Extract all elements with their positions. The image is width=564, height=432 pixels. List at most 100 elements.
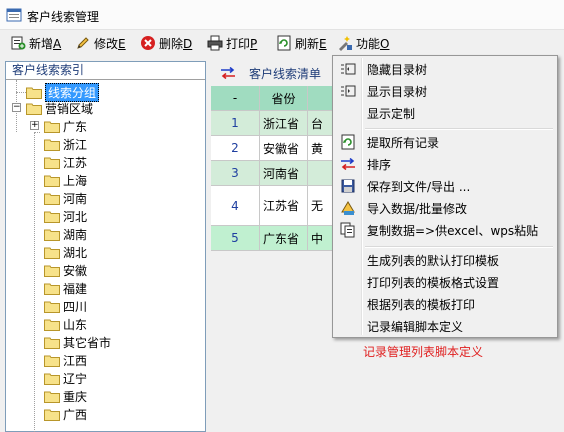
menu-item-script-def[interactable]: 记录编辑脚本定义 <box>335 315 555 337</box>
menu-item-hide-tree[interactable]: 隐藏目录树 <box>335 58 555 80</box>
table-row[interactable]: 3 河南省 <box>211 161 335 186</box>
folder-icon <box>44 193 60 205</box>
tree-label-province: 山东 <box>63 317 88 332</box>
tree-node-province[interactable]: 河南 <box>44 189 87 207</box>
add-label: 新增 <box>29 36 54 51</box>
copy-icon <box>340 222 355 238</box>
tree-node-province[interactable]: 湖南 <box>44 225 87 243</box>
menu-item-gen-template[interactable]: 生成列表的默认打印模板 <box>335 249 555 271</box>
edit-button[interactable]: 修改E <box>75 33 126 53</box>
tree-node-province[interactable]: 河北 <box>44 207 87 225</box>
tree-node-province[interactable]: 安徽 <box>44 261 87 279</box>
folder-icon <box>44 391 60 403</box>
title-bar: 客户线索管理 <box>0 0 564 30</box>
folder-icon <box>26 87 42 99</box>
toolbar: 新增A 修改E 删除D 打印P 刷新E 功能O <box>0 30 564 56</box>
row-number: 2 <box>211 136 260 160</box>
refresh-shortcut: E <box>319 36 327 51</box>
folder-icon <box>44 121 60 133</box>
expand-toggle[interactable]: + <box>30 121 39 130</box>
menu-item-sort[interactable]: 排序 <box>335 153 555 175</box>
import-icon <box>341 201 355 215</box>
header-more[interactable] <box>308 86 335 110</box>
table-row[interactable]: 4 江苏省 无 <box>211 186 335 226</box>
tree-node-province[interactable]: 辽宁 <box>44 369 87 387</box>
tree-node-province[interactable]: 四川 <box>44 297 87 315</box>
row-province: 广东省 <box>260 226 308 250</box>
tree-label-province: 重庆 <box>63 389 88 404</box>
add-icon <box>11 36 26 50</box>
table-row[interactable]: 1 浙江省 台 <box>211 111 335 136</box>
print-button[interactable]: 打印P <box>207 33 257 53</box>
swap-arrows-icon <box>221 67 235 79</box>
print-label: 打印 <box>226 36 251 51</box>
tree-label-province: 四川 <box>63 299 88 314</box>
menu-item-import[interactable]: 导入数据/批量修改 <box>335 197 555 219</box>
floppy-disk-icon <box>341 179 355 193</box>
tree-node-province[interactable]: 上海 <box>44 171 87 189</box>
tree-label-region: 营销区域 <box>45 101 94 116</box>
row-number: 1 <box>211 111 260 135</box>
folder-icon <box>44 229 60 241</box>
menu-item-copy[interactable]: 复制数据=>供excel、wps粘贴 <box>335 219 555 241</box>
print-shortcut: P <box>250 36 258 51</box>
row-more: 黄 <box>311 141 324 156</box>
tree-node-province[interactable]: 湖北 <box>44 243 87 261</box>
row-number: 4 <box>211 186 260 225</box>
row-more: 无 <box>311 199 324 213</box>
tree-node-province[interactable]: 其它省市 <box>44 333 111 351</box>
delete-label: 删除 <box>159 36 184 51</box>
menu-item-fetch-all[interactable]: 提取所有记录 <box>335 131 555 153</box>
add-shortcut: A <box>53 36 62 51</box>
table-row[interactable]: 2 安徽省 黄 <box>211 136 335 161</box>
add-button[interactable]: 新增A <box>10 33 61 53</box>
function-label: 功能 <box>356 36 381 51</box>
tree-node-province[interactable]: 广东 <box>44 117 87 135</box>
menu-label: 根据列表的模板打印 <box>367 297 476 312</box>
folder-icon <box>44 409 60 421</box>
delete-icon <box>141 36 155 50</box>
menu-item-print-template-setup[interactable]: 打印列表的模板格式设置 <box>335 271 555 293</box>
header-province[interactable]: 省份 <box>260 86 308 110</box>
menu-item-save-export[interactable]: 保存到文件/导出 ... <box>335 175 555 197</box>
function-icon <box>339 36 352 51</box>
tree-node-province[interactable]: 山东 <box>44 315 87 333</box>
tree-node-province[interactable]: 广西 <box>44 405 87 423</box>
menu-label: 生成列表的默认打印模板 <box>367 253 500 268</box>
tree-label-province: 湖北 <box>63 245 88 260</box>
function-button[interactable]: 功能O <box>337 33 389 53</box>
tree-label-province: 广西 <box>63 407 88 422</box>
tree-node-province[interactable]: 江西 <box>44 351 87 369</box>
folder-icon <box>44 265 60 277</box>
refresh-button[interactable]: 刷新E <box>276 33 327 53</box>
menu-item-show-custom[interactable]: 显示定制 <box>335 102 555 124</box>
tree-label-province: 江西 <box>63 353 88 368</box>
menu-separator <box>365 246 553 248</box>
tree-label-province: 江苏 <box>63 155 88 170</box>
menu-item-print-by-template[interactable]: 根据列表的模板打印 <box>335 293 555 315</box>
tree-node-region[interactable]: 营销区域 <box>26 99 93 117</box>
collapse-toggle[interactable]: − <box>12 103 21 112</box>
tree-node-province[interactable]: 福建 <box>44 279 87 297</box>
delete-button[interactable]: 删除D <box>140 33 192 53</box>
row-province: 浙江省 <box>260 111 308 135</box>
menu-label: 复制数据=>供excel、wps粘贴 <box>367 223 539 238</box>
tree-node-province[interactable]: 重庆 <box>44 387 87 405</box>
folder-icon <box>44 319 60 331</box>
tree-node-province[interactable]: 江苏 <box>44 153 87 171</box>
tree-header: 客户线索索引 <box>6 62 205 80</box>
row-number: 5 <box>211 226 260 250</box>
tree-panel: 客户线索索引 线索分组 − 营销区域 + 广东 浙江 江苏 上海 河南 河北 湖… <box>5 61 206 432</box>
row-number: 3 <box>211 161 260 185</box>
menu-item-show-tree[interactable]: 显示目录树 <box>335 80 555 102</box>
edit-shortcut: E <box>118 36 126 51</box>
window-title: 客户线索管理 <box>27 10 100 24</box>
script-definition-note: 记录管理列表脚本定义 <box>363 345 484 359</box>
row-more: 台 <box>311 116 324 131</box>
menu-label: 显示定制 <box>367 106 416 121</box>
folder-icon <box>44 247 60 259</box>
tree-node-province[interactable]: 浙江 <box>44 135 87 153</box>
table-row[interactable]: 5 广东省 中 <box>211 226 335 251</box>
header-num[interactable]: - <box>211 86 260 110</box>
list-title: 客户线索清单 <box>249 66 322 81</box>
